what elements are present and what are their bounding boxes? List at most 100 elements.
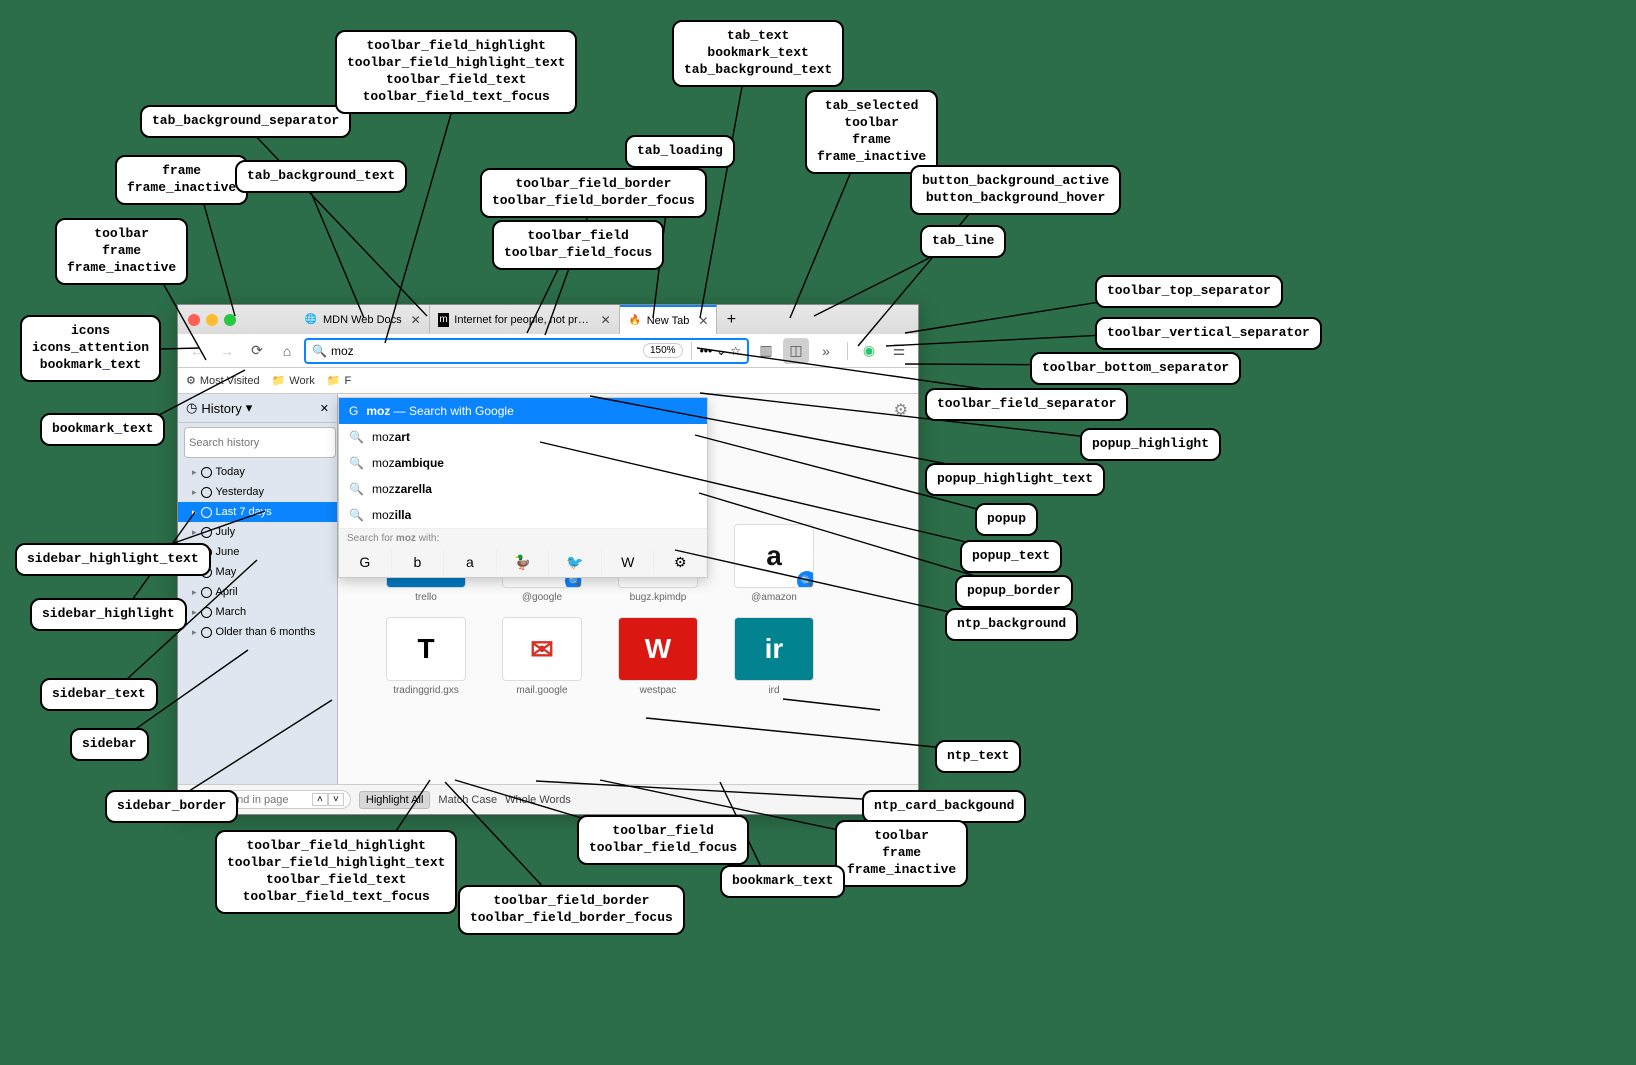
maximize-window-icon[interactable] xyxy=(224,314,236,326)
close-icon[interactable]: ✕ xyxy=(411,313,421,327)
sidebar-title[interactable]: ◷ History ▾ xyxy=(186,400,252,416)
new-tab-button[interactable]: + xyxy=(717,305,745,334)
minimize-window-icon[interactable] xyxy=(206,314,218,326)
find-prev-button[interactable]: ˄ xyxy=(312,793,328,806)
top-site-tile[interactable]: Ttradinggrid.gxs xyxy=(378,617,474,696)
bookmark-label: Most Visited xyxy=(200,375,260,387)
callout-icons: icons icons_attention bookmark_text xyxy=(20,315,161,382)
overflow-icon[interactable]: » xyxy=(813,338,839,364)
back-button[interactable]: ← xyxy=(184,338,210,364)
close-icon[interactable]: ✕ xyxy=(698,314,708,328)
history-item[interactable]: ▸April xyxy=(178,582,337,602)
callout-tab-background-text: tab_background_text xyxy=(235,160,407,193)
url-bar[interactable]: 🔍 150% ••• ⌄ ☆ xyxy=(304,338,749,364)
callout-ntp-background: ntp_background xyxy=(945,608,1078,641)
history-item[interactable]: ▸Last 7 days xyxy=(178,502,337,522)
callout-toolbar-field-highlight: toolbar_field_highlight toolbar_field_hi… xyxy=(335,30,577,114)
home-button[interactable]: ⌂ xyxy=(274,338,300,364)
history-sidebar: ◷ History ▾ ✕ View ▾ ▸Today▸Yesterday▸La… xyxy=(178,394,338,784)
window-traffic-lights xyxy=(188,314,236,326)
match-case-option[interactable]: Match Case xyxy=(438,794,497,806)
search-engine-button[interactable]: 🐦 xyxy=(549,550,602,575)
search-engine-button[interactable]: ⚙ xyxy=(654,550,707,575)
close-window-icon[interactable] xyxy=(188,314,200,326)
callout-ntp-card-background: ntp_card_backgound xyxy=(862,790,1026,823)
whole-words-option[interactable]: Whole Words xyxy=(505,794,571,806)
search-engine-button[interactable]: b xyxy=(392,550,445,575)
favicon-icon: 🌐 xyxy=(304,313,318,327)
tab-label: New Tab xyxy=(647,315,690,327)
callout-tab-selected: tab_selected toolbar frame frame_inactiv… xyxy=(805,90,938,174)
browser-window: 🌐 MDN Web Docs ✕ m Internet for people, … xyxy=(177,304,919,815)
callout-toolbar-frame-bottom: toolbar frame frame_inactive xyxy=(835,820,968,887)
sidebar-toggle-icon[interactable]: ◫ xyxy=(783,338,809,364)
top-site-tile[interactable]: irird xyxy=(726,617,822,696)
reload-button[interactable]: ⟳ xyxy=(244,338,270,364)
urlbar-dropdown: G moz — Search with Google 🔍mozart🔍mozam… xyxy=(338,397,708,578)
history-item[interactable]: ▸March xyxy=(178,602,337,622)
search-engine-button[interactable]: a xyxy=(444,550,497,575)
top-site-tile[interactable]: ✉mail.google xyxy=(494,617,590,696)
url-input[interactable] xyxy=(331,344,639,358)
close-icon[interactable]: ✕ xyxy=(320,402,329,415)
gear-icon[interactable]: ⚙ xyxy=(894,400,908,420)
callout-toolbar-top-separator: toolbar_top_separator xyxy=(1095,275,1283,308)
page-action-icon[interactable]: ••• xyxy=(700,344,713,358)
history-item[interactable]: ▸Yesterday xyxy=(178,482,337,502)
find-next-button[interactable]: ˅ xyxy=(328,793,344,806)
close-icon[interactable]: ✕ xyxy=(601,313,611,327)
library-icon[interactable]: ▥ xyxy=(753,338,779,364)
search-icon: 🔍 xyxy=(312,344,327,358)
suggestion-highlighted[interactable]: G moz — Search with Google xyxy=(339,398,707,424)
star-icon[interactable]: ☆ xyxy=(730,344,741,358)
bookmark-label: Work xyxy=(289,375,314,387)
search-engine-button[interactable]: 🦆 xyxy=(497,550,550,575)
tab-mdn[interactable]: 🌐 MDN Web Docs ✕ xyxy=(296,305,430,334)
callout-sidebar-border: sidebar_border xyxy=(105,790,238,823)
callout-popup-text: popup_text xyxy=(960,540,1062,573)
search-engines-row: Gba🦆🐦W⚙ xyxy=(339,548,707,577)
tab-newtab[interactable]: 🔥 New Tab ✕ xyxy=(620,305,718,334)
addon-icon[interactable]: ◉ xyxy=(856,338,882,364)
callout-button-bg: button_background_active button_backgrou… xyxy=(910,165,1121,215)
history-item[interactable]: ▸July xyxy=(178,522,337,542)
bookmarks-toolbar: ⚙Most Visited 📁Work 📁F xyxy=(178,368,918,394)
top-site-tile[interactable]: a🔍@amazon xyxy=(726,524,822,603)
callout-toolbar-bottom-separator: toolbar_bottom_separator xyxy=(1030,352,1241,385)
find-input[interactable] xyxy=(228,794,308,806)
callout-toolbar-field-bottom: toolbar_field toolbar_field_focus xyxy=(577,815,749,865)
bookmark-work[interactable]: 📁Work xyxy=(272,374,315,387)
suggestion-row[interactable]: 🔍mozilla xyxy=(339,502,707,528)
tab-strip: 🌐 MDN Web Docs ✕ m Internet for people, … xyxy=(296,305,745,334)
suggestion-row[interactable]: 🔍mozambique xyxy=(339,450,707,476)
top-site-tile[interactable]: Wwestpac xyxy=(610,617,706,696)
pocket-icon[interactable]: ⌄ xyxy=(716,344,726,358)
search-hint: Search for moz with: xyxy=(339,529,707,548)
zoom-badge[interactable]: 150% xyxy=(643,343,683,358)
nav-toolbar: ← → ⟳ ⌂ 🔍 150% ••• ⌄ ☆ ▥ ◫ » ◉ ☰ xyxy=(178,334,918,368)
tab-mozilla[interactable]: m Internet for people, not profit — … ✕ xyxy=(430,305,620,334)
history-search-input[interactable] xyxy=(184,427,336,458)
callout-toolbar-vertical-separator: toolbar_vertical_separator xyxy=(1095,317,1322,350)
field-separator xyxy=(691,342,692,360)
folder-icon: 📁 xyxy=(272,374,286,387)
callout-sidebar-highlight-text: sidebar_highlight_text xyxy=(15,543,211,576)
suggestion-row[interactable]: 🔍mozzarella xyxy=(339,476,707,502)
forward-button[interactable]: → xyxy=(214,338,240,364)
callout-sidebar-text: sidebar_text xyxy=(40,678,158,711)
bookmark-f[interactable]: 📁F xyxy=(327,374,351,387)
history-item[interactable]: ▸Today xyxy=(178,462,337,482)
history-item[interactable]: ▸Older than 6 months xyxy=(178,622,337,642)
suggestion-row[interactable]: 🔍mozart xyxy=(339,424,707,450)
callout-frame: frame frame_inactive xyxy=(115,155,248,205)
callout-popup-highlight-text: popup_highlight_text xyxy=(925,463,1105,496)
search-engine-button[interactable]: G xyxy=(339,550,392,575)
callout-tab-line: tab_line xyxy=(920,225,1006,258)
callout-toolbar-frame-left: toolbar frame frame_inactive xyxy=(55,218,188,285)
callout-toolbar-field-highlight-bottom: toolbar_field_highlight toolbar_field_hi… xyxy=(215,830,457,914)
menu-button[interactable]: ☰ xyxy=(886,338,912,364)
search-engine-button[interactable]: W xyxy=(602,550,655,575)
bookmark-most-visited[interactable]: ⚙Most Visited xyxy=(186,374,260,387)
callout-bookmark-text-left: bookmark_text xyxy=(40,413,165,446)
highlight-all-button[interactable]: Highlight All xyxy=(359,791,430,809)
